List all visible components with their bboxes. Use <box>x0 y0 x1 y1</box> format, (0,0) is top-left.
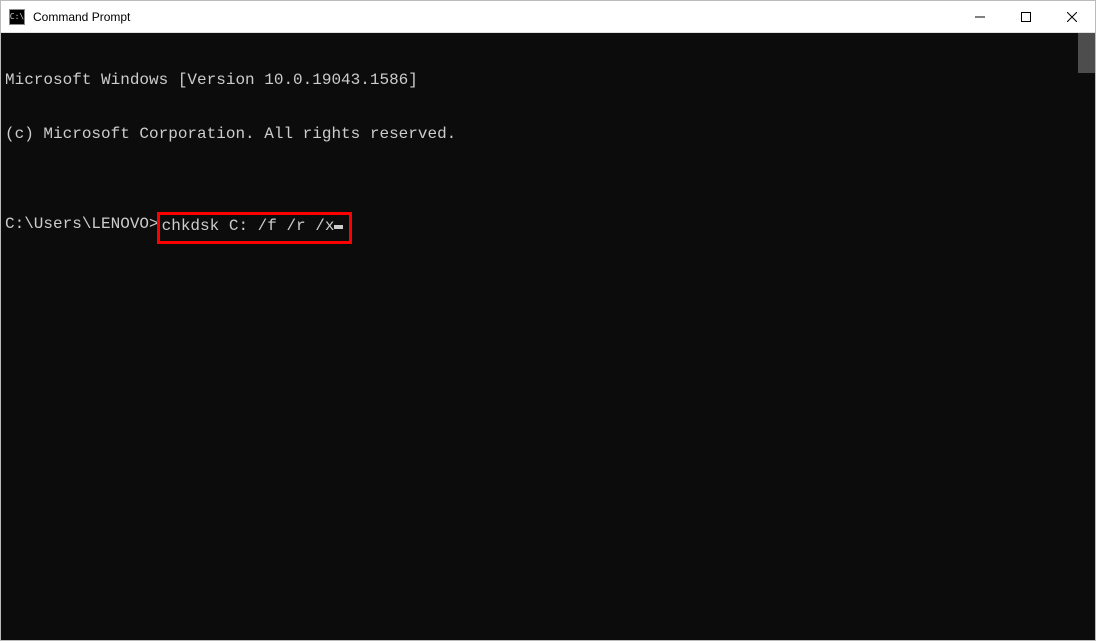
titlebar-left: C:\ Command Prompt <box>1 9 130 25</box>
window-title: Command Prompt <box>33 10 130 24</box>
window-controls <box>957 1 1095 32</box>
cmd-icon-glyph: C:\ <box>10 13 24 21</box>
minimize-icon <box>975 12 985 22</box>
command-highlight: chkdsk C: /f /r /x <box>157 212 353 244</box>
scrollbar-thumb[interactable] <box>1078 33 1095 73</box>
titlebar[interactable]: C:\ Command Prompt <box>1 1 1095 33</box>
close-button[interactable] <box>1049 1 1095 32</box>
command-prompt-window: C:\ Command Prompt Microsoft Windows [Ve… <box>0 0 1096 641</box>
vertical-scrollbar[interactable] <box>1078 33 1095 640</box>
terminal-area: Microsoft Windows [Version 10.0.19043.15… <box>1 33 1095 640</box>
prompt-row: C:\Users\LENOVO>chkdsk C: /f /r /x <box>5 215 1078 244</box>
command-text: chkdsk C: /f /r /x <box>162 217 335 235</box>
text-cursor <box>334 225 343 229</box>
cmd-icon: C:\ <box>9 9 25 25</box>
copyright-line: (c) Microsoft Corporation. All rights re… <box>5 125 1078 143</box>
maximize-button[interactable] <box>1003 1 1049 32</box>
close-icon <box>1067 12 1077 22</box>
version-line: Microsoft Windows [Version 10.0.19043.15… <box>5 71 1078 89</box>
prompt-text: C:\Users\LENOVO> <box>5 215 159 233</box>
terminal[interactable]: Microsoft Windows [Version 10.0.19043.15… <box>1 33 1078 640</box>
minimize-button[interactable] <box>957 1 1003 32</box>
maximize-icon <box>1021 12 1031 22</box>
